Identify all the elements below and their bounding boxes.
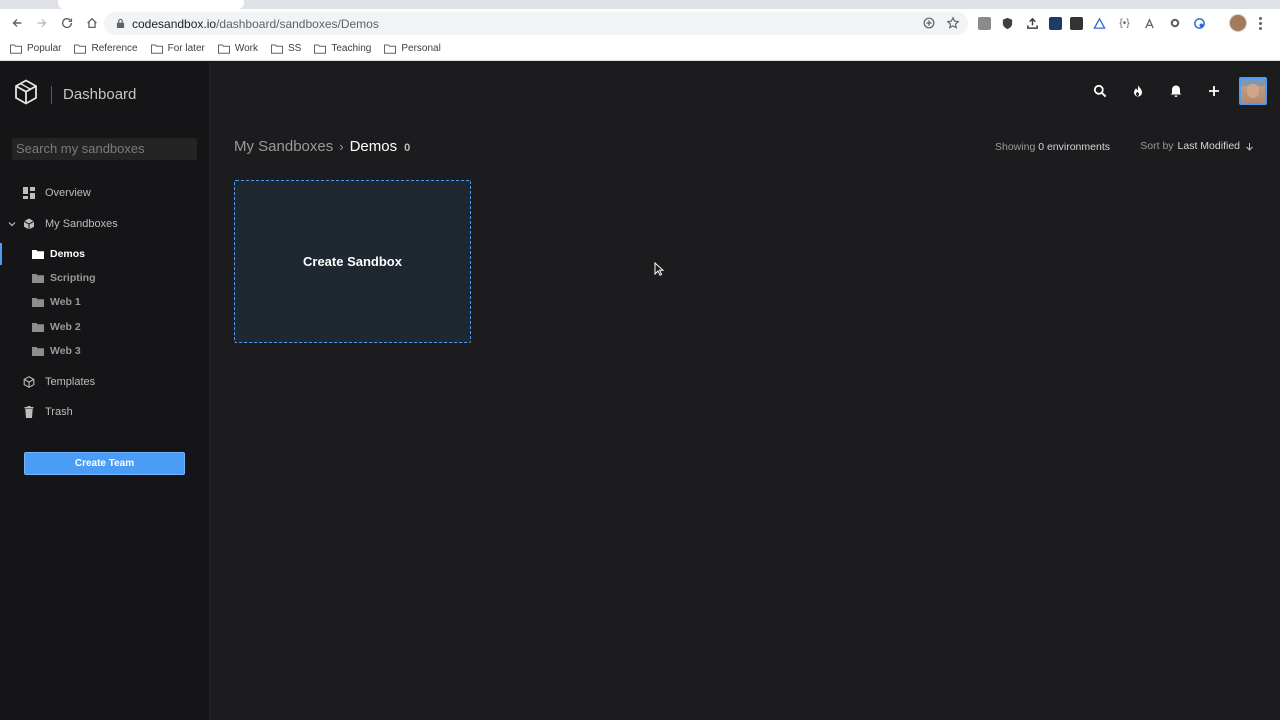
browser-toolbar: codesandbox.io/dashboard/sandboxes/Demos… <box>0 9 1280 37</box>
folder-icon <box>32 274 44 283</box>
sidebar-item-trash[interactable]: Trash <box>0 400 209 424</box>
folder-label: Web 2 <box>50 321 81 333</box>
lock-icon <box>116 18 126 30</box>
folder-icon <box>10 44 22 54</box>
folder-icon <box>384 44 397 54</box>
upload-extension-icon[interactable] <box>1024 15 1041 31</box>
mouse-cursor-icon <box>654 262 664 276</box>
g-extension-icon[interactable] <box>1191 15 1208 31</box>
arrow-down-icon <box>1246 142 1253 151</box>
bookmark-folder[interactable]: For later <box>150 43 205 54</box>
breadcrumb-separator: › <box>339 139 344 154</box>
sidebar-item-label: My Sandboxes <box>45 218 118 230</box>
folder-label: Web 3 <box>50 345 81 357</box>
bookmark-folder[interactable]: Teaching <box>314 43 371 54</box>
plus-icon[interactable] <box>1207 84 1221 98</box>
bookmarks-bar: Popular Reference For later Work SS Teac… <box>0 37 1280 61</box>
sidebar-item-label: Templates <box>45 376 96 388</box>
sort-prefix: Sort by <box>1140 140 1174 152</box>
create-sandbox-card[interactable]: Create Sandbox <box>234 180 471 343</box>
bookmark-folder[interactable]: Personal <box>384 43 441 54</box>
address-bar[interactable]: codesandbox.io/dashboard/sandboxes/Demos <box>104 12 968 35</box>
sidebar-folder-demos[interactable]: Demos <box>0 243 209 265</box>
breadcrumb-root[interactable]: My Sandboxes <box>234 138 333 155</box>
folder-icon <box>271 44 283 54</box>
sidebar-item-overview[interactable]: Overview <box>0 181 209 205</box>
folder-label: Scripting <box>50 272 96 284</box>
brand: Dashboard <box>14 79 136 110</box>
folder-icon <box>32 298 44 307</box>
showing-count: Showing 0 environments <box>995 141 1110 153</box>
forward-icon[interactable] <box>30 11 54 35</box>
sort-dropdown[interactable]: Sort by Last Modified <box>1140 140 1254 152</box>
sidebar-item-label: Trash <box>45 406 73 418</box>
folder-icon <box>74 44 87 54</box>
browser-profile-avatar[interactable] <box>1229 14 1247 32</box>
folder-icon <box>32 323 44 332</box>
camera-extension-icon[interactable] <box>1070 16 1083 30</box>
triangle-extension-icon[interactable] <box>1091 15 1108 31</box>
browser-tab-active[interactable] <box>58 0 244 9</box>
bookmark-folder[interactable]: Popular <box>10 43 61 54</box>
folder-icon <box>150 44 163 54</box>
back-icon[interactable] <box>5 11 29 35</box>
folder-icon <box>32 347 44 356</box>
flame-icon[interactable] <box>1131 84 1145 98</box>
reload-icon[interactable] <box>55 11 79 35</box>
sandbox-count: 0 <box>404 142 411 154</box>
extensions-bar: {•} <box>978 15 1208 31</box>
showing-value: 0 environments <box>1038 141 1110 153</box>
chevron-down-icon[interactable] <box>8 220 16 228</box>
sort-value: Last Modified <box>1177 140 1240 152</box>
folder-label: Web 1 <box>50 296 81 308</box>
browser-tab-strip <box>0 0 1280 9</box>
sidebar-folder-web-3[interactable]: Web 3 <box>0 340 209 362</box>
box-icon <box>23 218 35 230</box>
bookmark-folder[interactable]: Reference <box>74 43 138 54</box>
breadcrumb: My Sandboxes › Demos 0 <box>234 138 410 155</box>
figure-extension-icon[interactable] <box>1141 15 1158 31</box>
sidebar-item-my-sandboxes[interactable]: My Sandboxes <box>0 212 209 236</box>
folder-icon <box>314 44 327 54</box>
sidebar-folder-scripting[interactable]: Scripting <box>0 267 209 289</box>
showing-prefix: Showing <box>995 141 1036 153</box>
sidebar-item-label: Overview <box>45 187 91 199</box>
search-icon[interactable] <box>1093 84 1107 98</box>
code-extension-icon[interactable]: {•} <box>1116 15 1133 31</box>
folder-icon <box>217 44 230 54</box>
folder-icon <box>32 250 44 259</box>
create-team-button[interactable]: Create Team <box>24 452 185 475</box>
sidebar: Dashboard Overview My Sandboxes Demos Sc… <box>0 62 210 720</box>
extension-icon[interactable] <box>978 16 991 30</box>
bookmark-folder[interactable]: Work <box>217 43 258 54</box>
home-icon[interactable] <box>80 11 104 35</box>
header-actions <box>1069 77 1280 105</box>
install-app-icon[interactable] <box>922 16 936 35</box>
sidebar-folder-web-2[interactable]: Web 2 <box>0 316 209 338</box>
circle-extension-icon[interactable] <box>1166 15 1183 31</box>
cube-outline-icon <box>23 376 35 388</box>
bookmark-star-icon[interactable] <box>946 16 960 35</box>
trash-icon <box>23 406 35 418</box>
bookmark-folder[interactable]: SS <box>271 43 301 54</box>
shield-extension-icon[interactable] <box>999 15 1016 31</box>
brand-title: Dashboard <box>63 86 137 103</box>
address-url: codesandbox.io/dashboard/sandboxes/Demos <box>132 16 379 31</box>
grid-icon <box>23 187 35 199</box>
grid-extension-icon[interactable] <box>1049 16 1062 30</box>
sidebar-folder-web-1[interactable]: Web 1 <box>0 291 209 313</box>
codesandbox-logo-icon[interactable] <box>14 79 38 110</box>
page-title: Demos <box>349 138 398 155</box>
browser-menu-icon[interactable] <box>1257 17 1263 30</box>
dashboard-app: Dashboard Overview My Sandboxes Demos Sc… <box>0 62 1280 720</box>
avatar[interactable] <box>1239 77 1267 105</box>
search-input[interactable] <box>12 138 197 160</box>
sidebar-item-templates[interactable]: Templates <box>0 370 209 394</box>
bell-icon[interactable] <box>1169 84 1183 98</box>
folder-label: Demos <box>50 248 86 260</box>
brand-divider <box>51 85 52 104</box>
